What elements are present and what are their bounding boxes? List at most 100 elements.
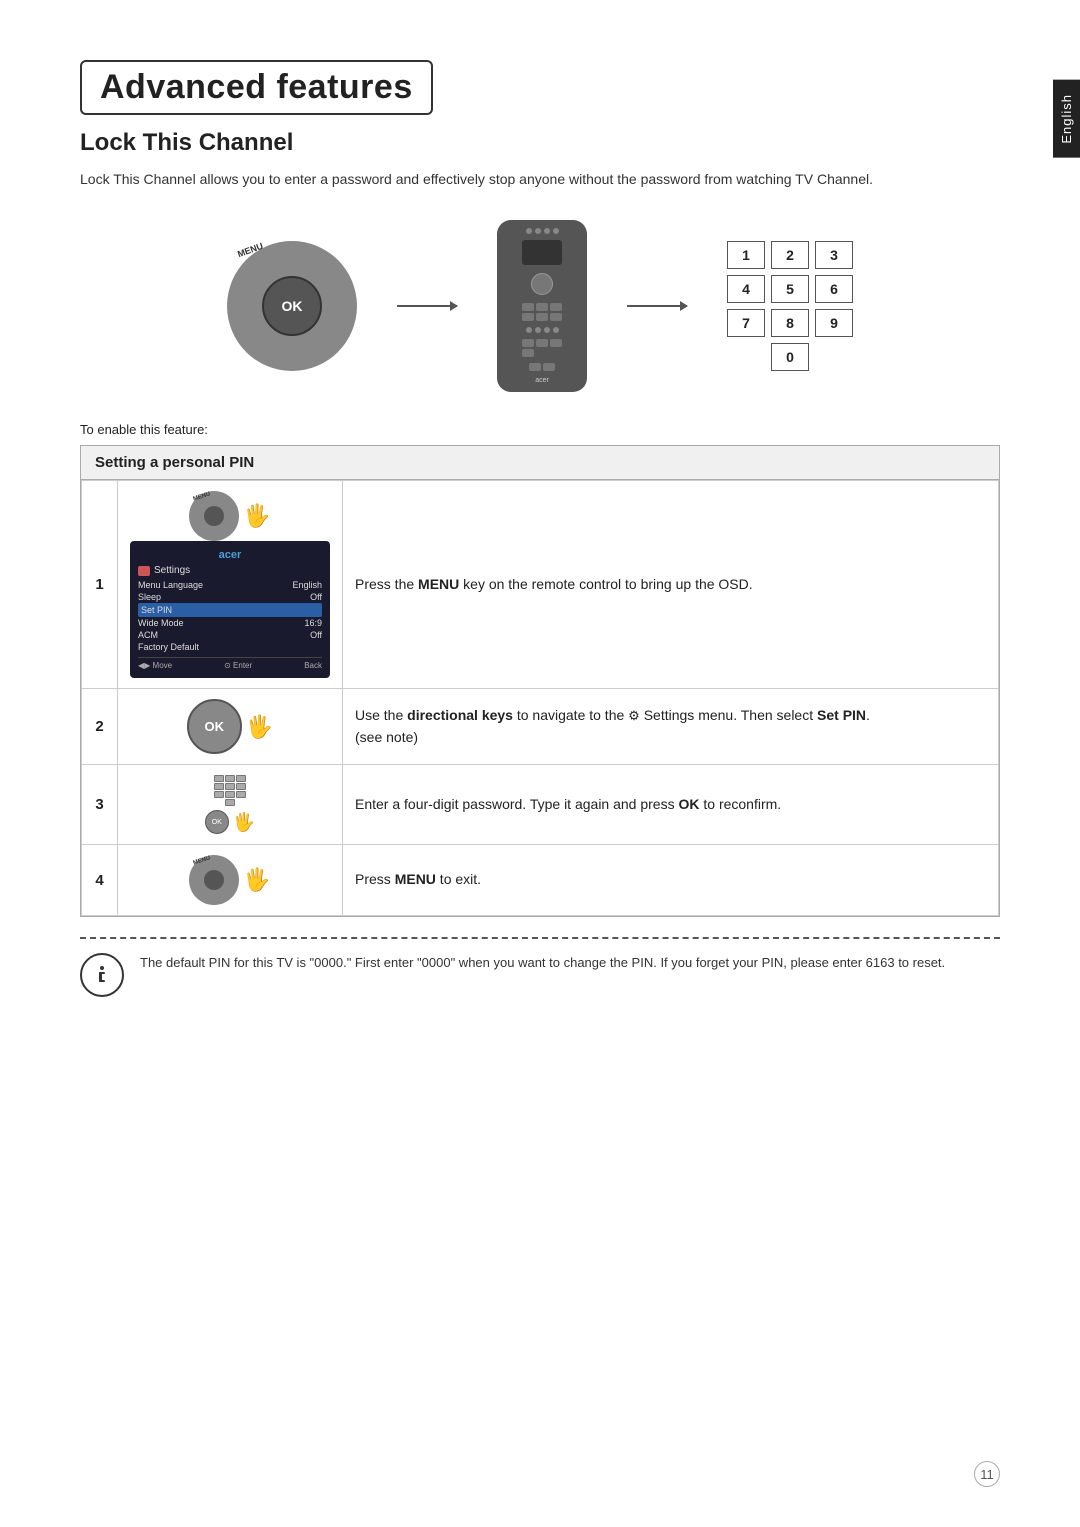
step3-mini-numpad bbox=[214, 775, 246, 806]
osd-row-factory: Factory Default bbox=[138, 641, 322, 653]
sidebar-english-label: English bbox=[1053, 80, 1080, 158]
osd-label-factory: Factory Default bbox=[138, 642, 199, 652]
step-2-icon: OK 🖐 bbox=[118, 689, 343, 765]
step4-dpad: MENU bbox=[189, 855, 239, 905]
step2-ok-btn: OK bbox=[187, 699, 242, 754]
mini-key-6 bbox=[236, 783, 246, 790]
step4-menu-text: MENU bbox=[193, 855, 212, 866]
step-2-num: 2 bbox=[82, 689, 118, 765]
connector-left bbox=[397, 305, 457, 307]
table-row: 1 MENU 🖐 acer bbox=[82, 481, 999, 689]
numpad-key-2: 2 bbox=[771, 241, 809, 269]
section-subtitle: Lock This Channel bbox=[80, 129, 1000, 157]
mini-key-3 bbox=[236, 775, 246, 782]
numpad-key-5: 5 bbox=[771, 275, 809, 303]
mini-key-0 bbox=[225, 799, 235, 806]
osd-icon-row: Settings bbox=[138, 565, 322, 576]
numpad-key-8: 8 bbox=[771, 309, 809, 337]
numpad-row-3: 7 8 9 bbox=[727, 309, 853, 337]
osd-screen: acer Settings Menu Language English Slee… bbox=[130, 541, 330, 678]
page-title: Advanced features bbox=[100, 68, 413, 107]
osd-label-setpin: Set PIN bbox=[141, 605, 172, 615]
osd-val-acm: Off bbox=[310, 630, 322, 640]
info-icon bbox=[90, 963, 114, 987]
step4-dpad-outer: MENU bbox=[189, 855, 239, 905]
step-3-icon: OK 🖐 bbox=[118, 765, 343, 845]
osd-label-acm: ACM bbox=[138, 630, 158, 640]
step-2-text: Use the directional keys to navigate to … bbox=[343, 689, 999, 765]
step2-icon-container: OK 🖐 bbox=[130, 699, 330, 754]
note-text: The default PIN for this TV is "0000." F… bbox=[140, 953, 945, 973]
numpad-row-0: 0 bbox=[727, 343, 853, 371]
step4-icon-container: MENU 🖐 bbox=[130, 855, 330, 905]
dpad-illustration: MENU OK bbox=[227, 241, 357, 371]
step3-icon-container: OK 🖐 bbox=[130, 775, 330, 834]
table-row: 3 OK bbox=[82, 765, 999, 845]
numpad-illustration: 1 2 3 4 5 6 7 8 9 0 bbox=[727, 241, 853, 371]
remote-btn-grid-top bbox=[522, 303, 562, 321]
osd-row-acm: ACM Off bbox=[138, 629, 322, 641]
osd-footer-back: Back bbox=[304, 661, 322, 670]
step-4-num: 4 bbox=[82, 845, 118, 916]
remote-mid-dots bbox=[526, 327, 559, 333]
step1-dpad-inner bbox=[204, 506, 224, 526]
step-3-num: 3 bbox=[82, 765, 118, 845]
numpad-key-1: 1 bbox=[727, 241, 765, 269]
mini-key-5 bbox=[225, 783, 235, 790]
step1-icon-container: MENU 🖐 bbox=[130, 491, 330, 541]
table-row: 2 OK 🖐 Use the directional keys to navig… bbox=[82, 689, 999, 765]
numpad-key-3: 3 bbox=[815, 241, 853, 269]
step1-dpad: MENU bbox=[189, 491, 239, 541]
osd-footer-move: ◀▶ Move bbox=[138, 661, 172, 670]
step4-dpad-inner bbox=[204, 870, 224, 890]
step1-dpad-outer: MENU bbox=[189, 491, 239, 541]
osd-row-sleep: Sleep Off bbox=[138, 591, 322, 603]
osd-val-menulang: English bbox=[292, 580, 322, 590]
step-1-num: 1 bbox=[82, 481, 118, 689]
remote-bottom-row bbox=[529, 363, 555, 371]
remote-center-btn bbox=[531, 273, 553, 295]
menu-label-text: MENU bbox=[236, 241, 264, 259]
step3-ok-area: OK 🖐 bbox=[205, 810, 255, 834]
step4-hand: 🖐 bbox=[243, 867, 270, 893]
remote-top-dots bbox=[526, 228, 559, 234]
osd-val-wide: 16:9 bbox=[304, 618, 322, 628]
note-icon bbox=[80, 953, 124, 997]
osd-label-sleep: Sleep bbox=[138, 592, 161, 602]
remote-body-illustration: acer bbox=[497, 220, 587, 392]
mini-key-7 bbox=[214, 791, 224, 798]
osd-label-wide: Wide Mode bbox=[138, 618, 184, 628]
note-section: The default PIN for this TV is "0000." F… bbox=[80, 937, 1000, 997]
remote-illustration-area: MENU OK bbox=[80, 220, 1000, 392]
osd-label-menulang: Menu Language bbox=[138, 580, 203, 590]
ok-button-illustration: OK bbox=[262, 276, 322, 336]
step-4-icon: MENU 🖐 bbox=[118, 845, 343, 916]
numpad-row-2: 4 5 6 bbox=[727, 275, 853, 303]
osd-val-sleep: Off bbox=[310, 592, 322, 602]
mini-key-2 bbox=[225, 775, 235, 782]
numpad-key-9: 9 bbox=[815, 309, 853, 337]
intro-text: Lock This Channel allows you to enter a … bbox=[80, 169, 1000, 190]
settings-gear-icon: ⚙ bbox=[628, 708, 640, 723]
osd-title: Settings bbox=[154, 565, 190, 576]
connector-right bbox=[627, 305, 687, 307]
step1-menu-text: MENU bbox=[193, 491, 212, 502]
step-1-text: Press the MENU key on the remote control… bbox=[343, 481, 999, 689]
table-row: 4 MENU 🖐 Press MENU to exit. bbox=[82, 845, 999, 916]
step3-ok-btn: OK bbox=[205, 810, 229, 834]
remote-brand-text: acer bbox=[535, 377, 549, 384]
numpad-key-6: 6 bbox=[815, 275, 853, 303]
setting-header: Setting a personal PIN bbox=[81, 446, 999, 480]
mini-key-9 bbox=[236, 791, 246, 798]
mini-key-1 bbox=[214, 775, 224, 782]
numpad-row-1: 1 2 3 bbox=[727, 241, 853, 269]
enable-feature-label: To enable this feature: bbox=[80, 422, 1000, 437]
remote-btn-grid-mid bbox=[522, 339, 562, 357]
setting-table: 1 MENU 🖐 acer bbox=[81, 480, 999, 916]
mini-key-4 bbox=[214, 783, 224, 790]
numpad-key-0: 0 bbox=[771, 343, 809, 371]
mini-key-8 bbox=[225, 791, 235, 798]
step-3-text: Enter a four-digit password. Type it aga… bbox=[343, 765, 999, 845]
numpad-key-4: 4 bbox=[727, 275, 765, 303]
step-1-icon: MENU 🖐 acer Settings Menu Language bbox=[118, 481, 343, 689]
